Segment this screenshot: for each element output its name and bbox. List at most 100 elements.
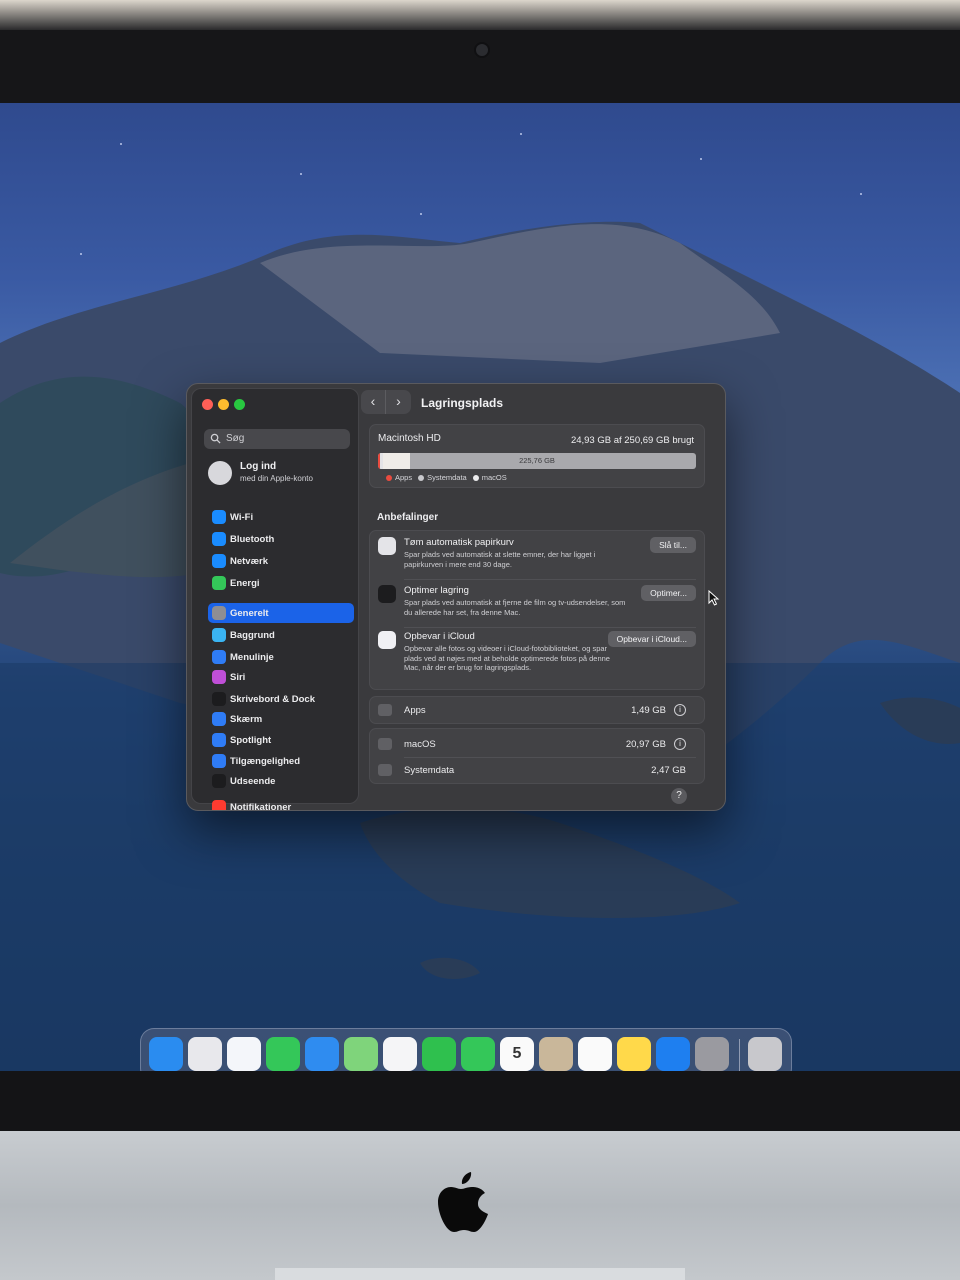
sidebar-item-menulinje[interactable]: Menulinje [208, 647, 354, 667]
sidebar-item-label: Skærm [230, 714, 263, 725]
zoom-button[interactable] [234, 399, 245, 410]
system-settings-window: Søg Log ind med din Apple-konto Wi-Fi Blu… [186, 383, 726, 811]
dock-reminders-icon[interactable] [578, 1037, 612, 1071]
sidebar-item-energi[interactable]: Energi [208, 573, 354, 593]
sidebar-item-tilgængelighed[interactable]: Tilgængelighed [208, 751, 354, 771]
minimize-button[interactable] [218, 399, 229, 410]
sidebar-item-label: Udseende [230, 776, 276, 787]
sidebar-item-label: Netværk [230, 556, 269, 567]
disk-summary: Macintosh HD 24,93 GB af 250,69 GB brugt… [369, 424, 705, 488]
dock-calendar-icon[interactable]: 5 [500, 1037, 534, 1071]
rec-optimize-storage: Optimer lagring Spar plads ved automatis… [378, 585, 696, 625]
dock-glyph [656, 1037, 690, 1071]
turn-on-button[interactable]: Slå til... [650, 537, 696, 553]
sidebar-item-bluetooth[interactable]: Bluetooth [208, 529, 354, 549]
apple-logo-icon [438, 1172, 488, 1232]
optimize-button[interactable]: Optimer... [641, 585, 696, 601]
notifications-icon [212, 800, 226, 810]
dock-facetime-icon[interactable] [422, 1037, 456, 1071]
sidebar-item-spotlight[interactable]: Spotlight [208, 730, 354, 750]
legend-label: macOS [481, 473, 507, 482]
category-apps[interactable]: Apps 1,49 GB i [369, 696, 705, 724]
rec-description: Spar plads ved automatisk at slette emne… [404, 550, 596, 569]
category-size: 2,47 GB [651, 765, 686, 776]
dock-trash-icon[interactable] [748, 1037, 782, 1071]
divider [404, 627, 696, 628]
network-icon [212, 554, 226, 568]
storage-bar: 225,76 GB [378, 453, 696, 469]
sidebar-item-generelt[interactable]: Generelt [208, 603, 354, 623]
dock-glyph [149, 1037, 183, 1071]
sidebar-item-netværk[interactable]: Netværk [208, 551, 354, 571]
camera [476, 44, 488, 56]
rec-empty-trash: Tøm automatisk papirkurv Spar plads ved … [378, 537, 696, 577]
info-icon[interactable]: i [674, 738, 686, 750]
siri-icon [212, 670, 226, 684]
dock-phone-icon[interactable] [461, 1037, 495, 1071]
dock-glyph [266, 1037, 300, 1071]
account-signin[interactable]: Log ind med din Apple-konto [208, 459, 358, 489]
gear-icon [212, 606, 226, 620]
sidebar-item-label: Tilgængelighed [230, 756, 301, 767]
dock-notes-icon[interactable] [617, 1037, 651, 1071]
dock-separator [739, 1039, 740, 1071]
dock-app-store-icon[interactable] [656, 1037, 690, 1071]
battery-icon [212, 576, 226, 590]
macos-icon [378, 738, 392, 750]
dock-maps-icon[interactable] [344, 1037, 378, 1071]
help-button[interactable]: ? [671, 788, 687, 804]
dock-finder-icon[interactable] [149, 1037, 183, 1071]
close-button[interactable] [202, 399, 213, 410]
category-label: Systemdata [404, 765, 455, 776]
dock-messages-icon[interactable] [266, 1037, 300, 1071]
recommendations-heading: Anbefalinger [377, 512, 439, 523]
search-input[interactable]: Søg [204, 429, 350, 449]
dock-system-settings-icon[interactable] [695, 1037, 729, 1071]
desktop: Søg Log ind med din Apple-konto Wi-Fi Blu… [0, 103, 960, 1071]
sidebar-item-label: Baggrund [230, 630, 275, 641]
menubar-icon [212, 650, 226, 664]
sidebar-item-udseende[interactable]: Udseende [208, 771, 354, 791]
sidebar-item-label: Wi-Fi [230, 512, 254, 523]
back-button[interactable]: ‹ [361, 390, 386, 414]
dock-contacts-icon[interactable] [539, 1037, 573, 1071]
dock-icon [212, 692, 226, 706]
disk-name: Macintosh HD [378, 433, 441, 444]
sidebar-item-label: Generelt [230, 608, 269, 619]
dock: 5 [140, 1028, 792, 1071]
dock-launchpad-icon[interactable] [188, 1037, 222, 1071]
storage-legend: Apps Systemdata macOS [380, 473, 507, 482]
category-macos[interactable]: macOS 20,97 GB i [378, 737, 696, 753]
display-icon [212, 712, 226, 726]
sidebar-item-wi-fi[interactable]: Wi-Fi [208, 507, 354, 527]
appearance-icon [212, 774, 226, 788]
sidebar-item-notifikationer[interactable]: Notifikationer [208, 797, 354, 810]
rec-description: Opbevar alle fotos og videoer i iCloud-f… [404, 644, 610, 672]
dock-glyph: 5 [512, 1045, 522, 1062]
category-size: 20,97 GB [625, 739, 666, 750]
category-systemdata[interactable]: Systemdata 2,47 GB [378, 763, 696, 779]
dock-safari-icon[interactable] [227, 1037, 261, 1071]
bluetooth-icon [212, 532, 226, 546]
dock-mail-icon[interactable] [305, 1037, 339, 1071]
forward-button[interactable]: › [386, 390, 411, 414]
sidebar-item-skærm[interactable]: Skærm [208, 709, 354, 729]
systemdata-icon [378, 764, 392, 776]
divider [404, 757, 696, 758]
dock-glyph [383, 1037, 417, 1071]
sidebar: Søg Log ind med din Apple-konto Wi-Fi Blu… [191, 388, 359, 810]
wallpaper-icon [212, 628, 226, 642]
dock-glyph [695, 1037, 729, 1071]
info-icon[interactable]: i [674, 704, 686, 716]
store-in-icloud-button[interactable]: Opbevar i iCloud... [607, 631, 696, 647]
disk-usage: 24,93 GB af 250,69 GB brugt [570, 435, 694, 446]
mouse-pointer [708, 590, 720, 606]
dock-photos-icon[interactable] [383, 1037, 417, 1071]
account-title: Log ind [240, 461, 277, 472]
imac-stand [275, 1268, 685, 1280]
sidebar-item-skrivebord-dock[interactable]: Skrivebord & Dock [208, 689, 354, 709]
sidebar-item-siri[interactable]: Siri [208, 667, 354, 687]
sidebar-item-baggrund[interactable]: Baggrund [208, 625, 354, 645]
legend-dot [472, 474, 479, 481]
history-nav: ‹ › [361, 390, 411, 414]
